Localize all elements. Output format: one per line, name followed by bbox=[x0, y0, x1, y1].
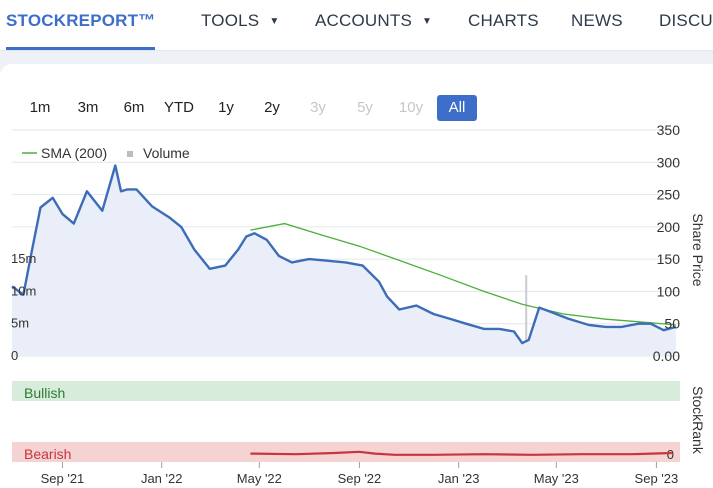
volume-tick-label: 5m bbox=[11, 316, 29, 331]
price-tick-label: 50 bbox=[664, 316, 680, 332]
volume-tick-label: 15m bbox=[11, 251, 36, 266]
price-tick-label: 250 bbox=[657, 187, 681, 203]
bearish-label: Bearish bbox=[24, 446, 71, 462]
volume-tick-label: 10m bbox=[11, 283, 36, 298]
x-tick-label: Sep '22 bbox=[338, 471, 382, 486]
x-tick-label: Sep '21 bbox=[41, 471, 85, 486]
sma-legend-label[interactable]: SMA (200) bbox=[41, 145, 107, 161]
price-tick-label: 300 bbox=[657, 154, 681, 170]
price-tick-label: 150 bbox=[657, 251, 681, 267]
price-chart: Bullish Bearish 0 0.00 50 100 150 200 250 300 3… bbox=[11, 122, 706, 486]
x-tick-label: Jan '22 bbox=[141, 471, 183, 486]
volume-tick-label: 0 bbox=[11, 348, 18, 363]
bullish-label: Bullish bbox=[24, 385, 65, 401]
bullish-band bbox=[12, 381, 680, 401]
volume-legend-swatch bbox=[127, 151, 133, 157]
volume-legend-label[interactable]: Volume bbox=[143, 145, 190, 161]
x-tick-label: May '22 bbox=[237, 471, 282, 486]
x-tick-label: Jan '23 bbox=[438, 471, 480, 486]
price-tick-label: 200 bbox=[657, 219, 681, 235]
price-axis-title: Share Price bbox=[690, 213, 706, 286]
x-tick-label: Sep '23 bbox=[635, 471, 679, 486]
stockrank-axis-title: StockRank bbox=[690, 386, 706, 455]
stockrank-value-label: 0 bbox=[667, 447, 674, 462]
x-tick-label: May '23 bbox=[534, 471, 579, 486]
price-tick-label: 0.00 bbox=[653, 348, 680, 364]
x-axis-ticks: Sep '21 Jan '22 May '22 Sep '22 Jan '23 May '… bbox=[41, 462, 679, 486]
price-tick-label: 350 bbox=[657, 122, 681, 138]
price-tick-label: 100 bbox=[657, 283, 681, 299]
